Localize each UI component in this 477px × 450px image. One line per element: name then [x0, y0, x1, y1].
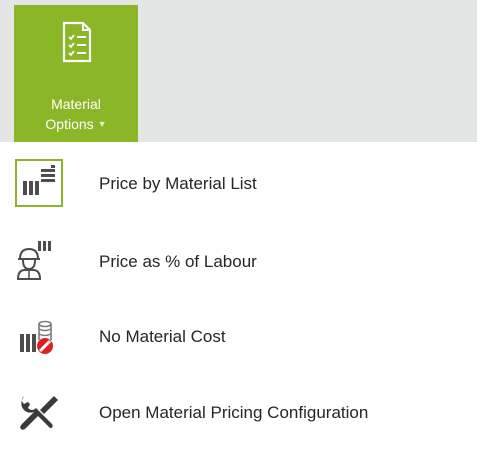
tools-icon: [16, 390, 62, 436]
material-options-label-line2: Options: [45, 116, 94, 132]
menu-item-label: Price as % of Labour: [99, 252, 257, 271]
menu-item-open-material-pricing-configuration[interactable]: Open Material Pricing Configuration: [8, 378, 468, 448]
material-options-label-line1: Material: [51, 96, 101, 112]
material-options-dropdown-menu: Price by Material List Price as % of Lab…: [0, 142, 477, 450]
material-list-icon: [15, 159, 63, 207]
menu-item-label: No Material Cost: [99, 327, 226, 346]
caret-down-icon: ▼: [97, 119, 107, 129]
material-options-label-line2-wrap: Options ▼: [14, 115, 138, 133]
labour-worker-icon: [16, 239, 62, 285]
menu-item-no-material-cost[interactable]: No Material Cost: [8, 302, 468, 372]
checklist-icon: [62, 21, 92, 63]
menu-item-price-as-percent-of-labour[interactable]: Price as % of Labour: [8, 227, 468, 297]
material-options-button[interactable]: Material Options ▼: [14, 5, 138, 142]
menu-item-label: Open Material Pricing Configuration: [99, 403, 369, 422]
menu-item-label: Price by Material List: [99, 174, 257, 193]
ribbon-bar: Material Options ▼: [0, 0, 477, 142]
menu-item-price-by-material-list[interactable]: Price by Material List: [8, 149, 468, 219]
no-cost-icon: [16, 314, 62, 360]
